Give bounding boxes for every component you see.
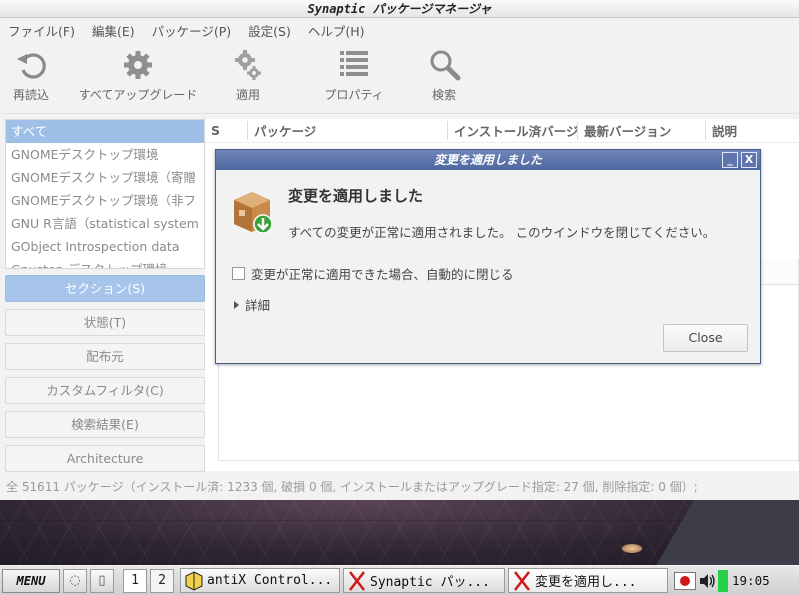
- properties-label: プロパティ: [324, 88, 384, 102]
- task-dialog-label: 変更を適用し...: [535, 575, 637, 590]
- reload-button[interactable]: 再読込: [11, 48, 51, 103]
- column-status[interactable]: S: [205, 123, 227, 138]
- apply-gears-icon: [235, 50, 261, 80]
- battery-icon[interactable]: [718, 569, 728, 592]
- search-icon: [430, 50, 461, 81]
- filter-item[interactable]: GNU R言語（statistical system: [6, 212, 204, 235]
- upgrade-all-button[interactable]: すべてアップグレード: [73, 48, 203, 103]
- checkbox-box[interactable]: [232, 267, 245, 280]
- filter-item[interactable]: GObject Introspection data: [6, 235, 204, 258]
- close-button[interactable]: Close: [663, 324, 748, 352]
- expander-arrow-icon: [234, 300, 239, 309]
- task-changes-applied[interactable]: 変更を適用し...: [508, 568, 668, 593]
- menu-help[interactable]: ヘルプ(H): [308, 21, 365, 40]
- task-synaptic-label: Synaptic パッ...: [370, 575, 490, 590]
- dialog-title: 変更を適用しました: [433, 153, 542, 167]
- details-expander[interactable]: 詳細: [234, 295, 270, 314]
- filter-item[interactable]: GNOMEデスクトップ環境: [6, 143, 204, 166]
- status-bar: 全 51611 パッケージ（インストール済: 1233 個, 破損 0 個, イ…: [0, 476, 799, 498]
- auto-close-checkbox[interactable]: 変更が正常に適用できた場合、自動的に閉じる: [232, 264, 514, 283]
- column-installed-version[interactable]: インストール済バージョン: [447, 121, 577, 140]
- antix-control-icon: [185, 570, 203, 591]
- task-antix-label: antiX Control...: [207, 573, 333, 588]
- changes-applied-dialog: 変更を適用しました _ X 変更を適用しました すべての変更が正常に適用されまし…: [215, 149, 761, 364]
- reload-icon: [17, 53, 46, 79]
- taskbar: MENU ◌ ▯ 1 2 antiX Control... Synaptic パ…: [0, 565, 799, 595]
- show-desktop-icon[interactable]: ◌: [63, 568, 87, 593]
- search-button[interactable]: 検索: [419, 48, 469, 103]
- clock[interactable]: 19:05: [732, 573, 770, 588]
- dialog-heading: 変更を適用しました: [288, 187, 424, 205]
- task-antix-control[interactable]: antiX Control...: [180, 568, 340, 593]
- dialog-titlebar[interactable]: 変更を適用しました _ X: [216, 150, 760, 170]
- wallpaper-lamp: [622, 544, 642, 553]
- sections-button[interactable]: セクション(S): [5, 275, 205, 302]
- filter-item[interactable]: すべて: [6, 120, 204, 143]
- properties-button[interactable]: プロパティ: [309, 48, 399, 103]
- menu-settings[interactable]: 設定(S): [248, 21, 291, 40]
- menu-file[interactable]: ファイル(F): [8, 21, 75, 40]
- toolbar: 再読込 すべてアップグレード 適用 プロパティ 検索: [0, 42, 799, 114]
- start-menu-button[interactable]: MENU: [2, 568, 60, 593]
- desktop-wallpaper: [0, 500, 799, 565]
- menubar: ファイル(F) 編集(E) パッケージ(P) 設定(S) ヘルプ(H): [0, 18, 799, 42]
- properties-list-icon: [340, 51, 368, 76]
- menu-package[interactable]: パッケージ(P): [152, 21, 232, 40]
- minimize-button[interactable]: _: [722, 152, 738, 168]
- filter-item[interactable]: GNOMEデスクトップ環境（寄贈: [6, 166, 204, 189]
- column-description[interactable]: 説明: [705, 121, 799, 140]
- architecture-button[interactable]: Architecture: [5, 445, 205, 472]
- details-label: 詳細: [245, 298, 271, 313]
- auto-close-label: 変更が正常に適用できた場合、自動的に閉じる: [251, 267, 514, 282]
- custom-filter-button[interactable]: カスタムフィルタ(C): [5, 377, 205, 404]
- wallpaper-walkway: [599, 500, 799, 565]
- apply-label: 適用: [235, 88, 260, 102]
- synaptic-x-icon: [349, 570, 365, 591]
- system-tray: 19:05: [674, 568, 770, 594]
- filter-list: すべて GNOMEデスクトップ環境 GNOMEデスクトップ環境（寄贈 GNOME…: [5, 119, 205, 269]
- filter-item[interactable]: GNOMEデスクトップ環境（非フ: [6, 189, 204, 212]
- japanese-input-icon[interactable]: [674, 571, 696, 590]
- search-results-button[interactable]: 検索結果(E): [5, 411, 205, 438]
- dialog-message: すべての変更が正常に適用されました。 このウインドウを閉じてください。: [288, 225, 716, 240]
- filter-item[interactable]: Gnustep デスクトップ環境: [6, 258, 204, 268]
- window-titlebar[interactable]: Synaptic パッケージマネージャ: [0, 0, 799, 18]
- task-synaptic[interactable]: Synaptic パッ...: [343, 568, 505, 593]
- upgrade-all-label: すべてアップグレード: [78, 88, 198, 102]
- reload-label: 再読込: [12, 88, 49, 102]
- column-latest-version[interactable]: 最新バージョン: [577, 121, 705, 140]
- desktop-2-button[interactable]: 2: [150, 568, 174, 593]
- package-list-header: S パッケージ インストール済バージョン 最新バージョン 説明: [205, 119, 799, 143]
- apply-button[interactable]: 適用: [223, 48, 273, 103]
- dialog-close-x-button[interactable]: X: [741, 152, 757, 168]
- menu-edit[interactable]: 編集(E): [92, 21, 135, 40]
- package-install-icon: [234, 192, 273, 234]
- search-label: 検索: [431, 88, 456, 102]
- column-package[interactable]: パッケージ: [247, 121, 447, 140]
- volume-icon[interactable]: [698, 572, 716, 590]
- status-button[interactable]: 状態(T): [5, 309, 205, 336]
- gear-icon: [124, 51, 152, 79]
- launcher-icon[interactable]: ▯: [90, 568, 114, 593]
- desktop-1-button[interactable]: 1: [123, 568, 147, 593]
- origin-button[interactable]: 配布元: [5, 343, 205, 370]
- dialog-x-icon: [514, 570, 530, 591]
